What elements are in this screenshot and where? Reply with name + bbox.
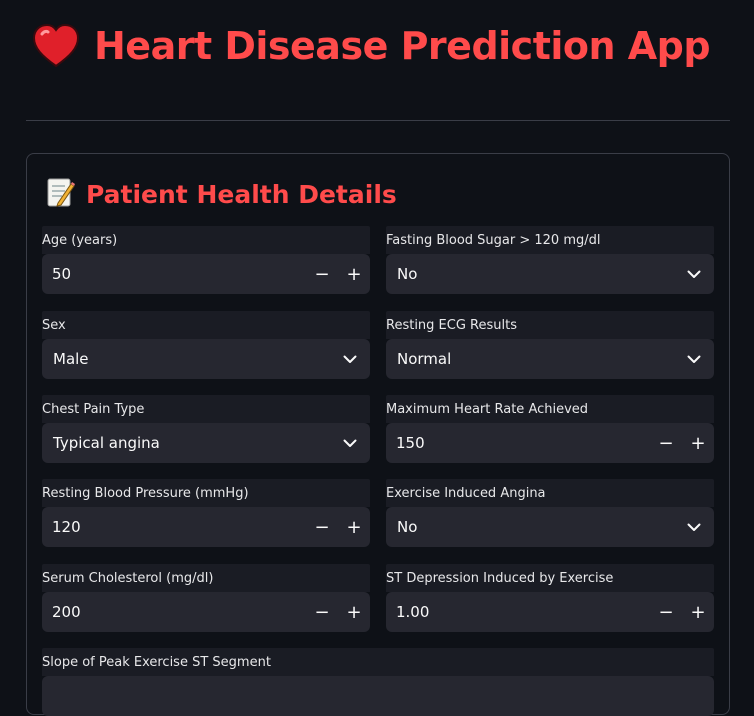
resting-bp-label: Resting Blood Pressure (mmHg)	[42, 485, 249, 501]
exercise-angina-select[interactable]: No	[386, 507, 714, 547]
divider	[26, 120, 730, 121]
chevron-down-icon[interactable]	[674, 254, 714, 294]
chevron-down-icon[interactable]	[674, 507, 714, 547]
form-header: Patient Health Details	[44, 175, 397, 213]
app-header: Heart Disease Prediction App	[32, 20, 711, 72]
sex-field: Sex Male	[42, 311, 370, 379]
slope-select[interactable]	[42, 676, 714, 716]
cholesterol-field: Serum Cholesterol (mg/dl) 200 − +	[42, 564, 370, 632]
st-depression-increment-button[interactable]: +	[682, 592, 714, 632]
st-depression-value[interactable]: 1.00	[386, 603, 429, 621]
max-hr-decrement-button[interactable]: −	[650, 423, 682, 463]
age-decrement-button[interactable]: −	[306, 254, 338, 294]
resting-bp-input[interactable]: 120 − +	[42, 507, 370, 547]
chest-pain-select[interactable]: Typical angina	[42, 423, 370, 463]
page-title: Heart Disease Prediction App	[94, 24, 711, 68]
cholesterol-value[interactable]: 200	[42, 603, 81, 621]
max-hr-field: Maximum Heart Rate Achieved 150 − +	[386, 395, 714, 463]
resting-ecg-value: Normal	[397, 350, 452, 368]
resting-ecg-field: Resting ECG Results Normal	[386, 311, 714, 379]
chevron-down-icon[interactable]	[330, 339, 370, 379]
st-depression-input[interactable]: 1.00 − +	[386, 592, 714, 632]
max-hr-value[interactable]: 150	[386, 434, 425, 452]
sex-value: Male	[53, 350, 89, 368]
heart-icon	[32, 24, 80, 68]
age-value[interactable]: 50	[42, 265, 71, 283]
fasting-bs-select[interactable]: No	[386, 254, 714, 294]
max-hr-label: Maximum Heart Rate Achieved	[386, 401, 589, 417]
st-depression-field: ST Depression Induced by Exercise 1.00 −…	[386, 564, 714, 632]
memo-icon	[44, 176, 76, 212]
age-input[interactable]: 50 − +	[42, 254, 370, 294]
exercise-angina-field: Exercise Induced Angina No	[386, 479, 714, 547]
exercise-angina-label: Exercise Induced Angina	[386, 485, 546, 501]
resting-bp-value[interactable]: 120	[42, 518, 81, 536]
exercise-angina-value: No	[397, 518, 418, 536]
slope-label: Slope of Peak Exercise ST Segment	[42, 654, 271, 670]
resting-bp-field: Resting Blood Pressure (mmHg) 120 − +	[42, 479, 370, 547]
chest-pain-label: Chest Pain Type	[42, 401, 145, 417]
cholesterol-increment-button[interactable]: +	[338, 592, 370, 632]
sex-label: Sex	[42, 317, 66, 333]
max-hr-input[interactable]: 150 − +	[386, 423, 714, 463]
resting-bp-increment-button[interactable]: +	[338, 507, 370, 547]
resting-bp-decrement-button[interactable]: −	[306, 507, 338, 547]
age-increment-button[interactable]: +	[338, 254, 370, 294]
cholesterol-decrement-button[interactable]: −	[306, 592, 338, 632]
resting-ecg-select[interactable]: Normal	[386, 339, 714, 379]
fasting-bs-label: Fasting Blood Sugar > 120 mg/dl	[386, 232, 601, 248]
fasting-bs-field: Fasting Blood Sugar > 120 mg/dl No	[386, 226, 714, 294]
cholesterol-input[interactable]: 200 − +	[42, 592, 370, 632]
cholesterol-label: Serum Cholesterol (mg/dl)	[42, 570, 214, 586]
resting-ecg-label: Resting ECG Results	[386, 317, 517, 333]
sex-select[interactable]: Male	[42, 339, 370, 379]
max-hr-increment-button[interactable]: +	[682, 423, 714, 463]
chevron-down-icon[interactable]	[674, 339, 714, 379]
chest-pain-field: Chest Pain Type Typical angina	[42, 395, 370, 463]
age-field: Age (years) 50 − +	[42, 226, 370, 294]
slope-field: Slope of Peak Exercise ST Segment	[42, 648, 714, 716]
fasting-bs-value: No	[397, 265, 418, 283]
chest-pain-value: Typical angina	[53, 434, 160, 452]
chevron-down-icon[interactable]	[330, 423, 370, 463]
st-depression-label: ST Depression Induced by Exercise	[386, 570, 614, 586]
form-title: Patient Health Details	[86, 179, 397, 209]
age-label: Age (years)	[42, 232, 118, 248]
st-depression-decrement-button[interactable]: −	[650, 592, 682, 632]
